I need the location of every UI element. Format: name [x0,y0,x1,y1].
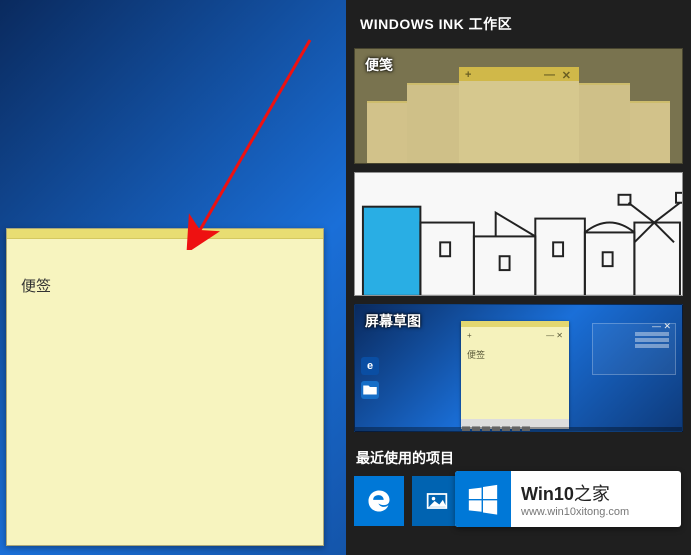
windows-logo-icon [455,471,511,527]
edge-icon [365,487,393,515]
annotation-arrow [170,30,330,250]
thumb-plus-icon: + [467,331,472,340]
screen-sketch-tile[interactable]: 屏幕草图 e + — ✕ 便签 — ✕ [354,304,683,432]
explorer-icon [361,381,379,399]
mini-note-close-icon: ✕ [562,69,571,82]
recent-app-edge[interactable] [354,476,404,526]
desktop-root: 便签 WINDOWS INK 工作区 便笺 + — [0,0,691,555]
sticky-notes-preview: + — ✕ [355,67,682,163]
sticky-note-titlebar[interactable] [7,229,323,239]
thumb-desktop-icons: e [361,357,379,405]
sticky-note-window[interactable]: 便签 [6,228,324,546]
watermark-title: Win10之家 [521,480,629,506]
photos-icon [423,487,451,515]
screen-sketch-tile-label: 屏幕草图 [365,311,421,331]
sketchpad-preview-image [355,173,682,296]
sticky-note-text: 便签 [21,278,51,295]
sketchpad-tile[interactable]: 草图板 [354,172,683,296]
mini-note-add-icon: + [465,69,471,81]
ink-panel-title: WINDOWS INK 工作区 [346,0,691,48]
thumb-sticky-note: + — ✕ 便签 [461,321,569,427]
thumb-window: — ✕ [592,323,676,375]
ie-icon: e [361,357,379,375]
watermark-badge: Win10之家 www.win10xitong.com [455,471,681,527]
watermark-url: www.win10xitong.com [521,506,629,518]
mini-note-minimize-icon: — [544,69,555,81]
sticky-notes-tile[interactable]: 便笺 + — ✕ [354,48,683,164]
thumb-taskbar [355,427,682,431]
sticky-note-body[interactable]: 便签 [7,239,323,310]
